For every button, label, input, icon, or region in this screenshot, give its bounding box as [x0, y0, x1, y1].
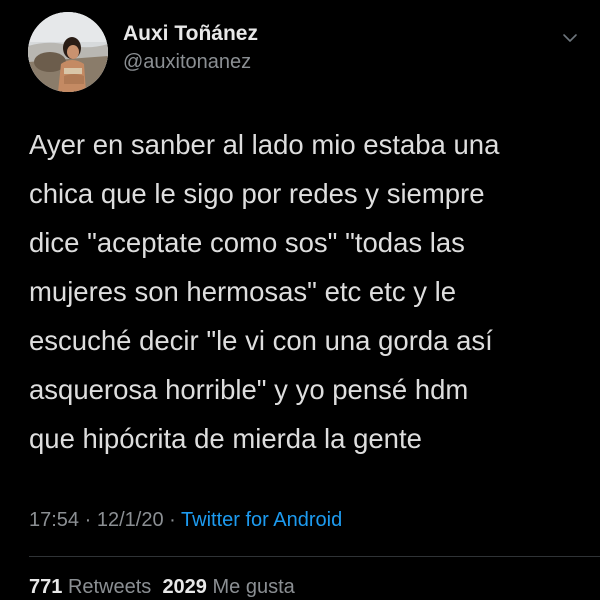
avatar[interactable] — [28, 12, 108, 92]
retweets-label: Retweets — [67, 576, 152, 598]
meta-separator: · — [169, 509, 176, 531]
retweets-stat[interactable]: 771 Retweets — [29, 576, 151, 598]
likes-stat[interactable]: 2029 Me gusta — [162, 576, 294, 598]
tweet-text-line: chica que le sigo por redes y siempre — [29, 178, 485, 209]
meta-separator: · — [84, 509, 92, 531]
chevron-down-icon[interactable] — [560, 28, 580, 48]
tweet-card: Auxi Toñánez @auxitonanez Ayer en sanber… — [0, 0, 600, 600]
tweet-text-line: Ayer en sanber al lado mio estaba una — [29, 129, 500, 160]
likes-count: 2029 — [162, 576, 207, 598]
tweet-stats: 771 Retweets 2029 Me gusta — [29, 576, 295, 599]
likes-label: Me gusta — [212, 576, 295, 598]
tweet-text-line: dice "aceptate como sos" "todas las — [29, 227, 465, 258]
tweet-text-line: escuché decir "le vi con una gorda así — [29, 325, 493, 356]
profile-photo-icon — [28, 12, 108, 92]
tweet-text: Ayer en sanber al lado mio estaba una ch… — [29, 120, 584, 463]
author-handle[interactable]: @auxitonanez — [123, 51, 251, 74]
tweet-text-line: que hipócrita de mierda la gente — [29, 423, 422, 454]
tweet-date[interactable]: 12/1/20 — [97, 509, 164, 531]
tweet-meta: 17:54 · 12/1/20 · Twitter for Android — [29, 509, 342, 532]
retweets-count: 771 — [29, 576, 63, 598]
tweet-text-line: asquerosa horrible" y yo pensé hdm — [29, 374, 469, 405]
tweet-text-line: mujeres son hermosas" etc etc y le — [29, 276, 457, 307]
tweet-time[interactable]: 17:54 — [29, 509, 79, 531]
author-display-name[interactable]: Auxi Toñánez — [123, 22, 258, 46]
tweet-source-link[interactable]: Twitter for Android — [181, 509, 342, 531]
divider — [29, 556, 600, 557]
